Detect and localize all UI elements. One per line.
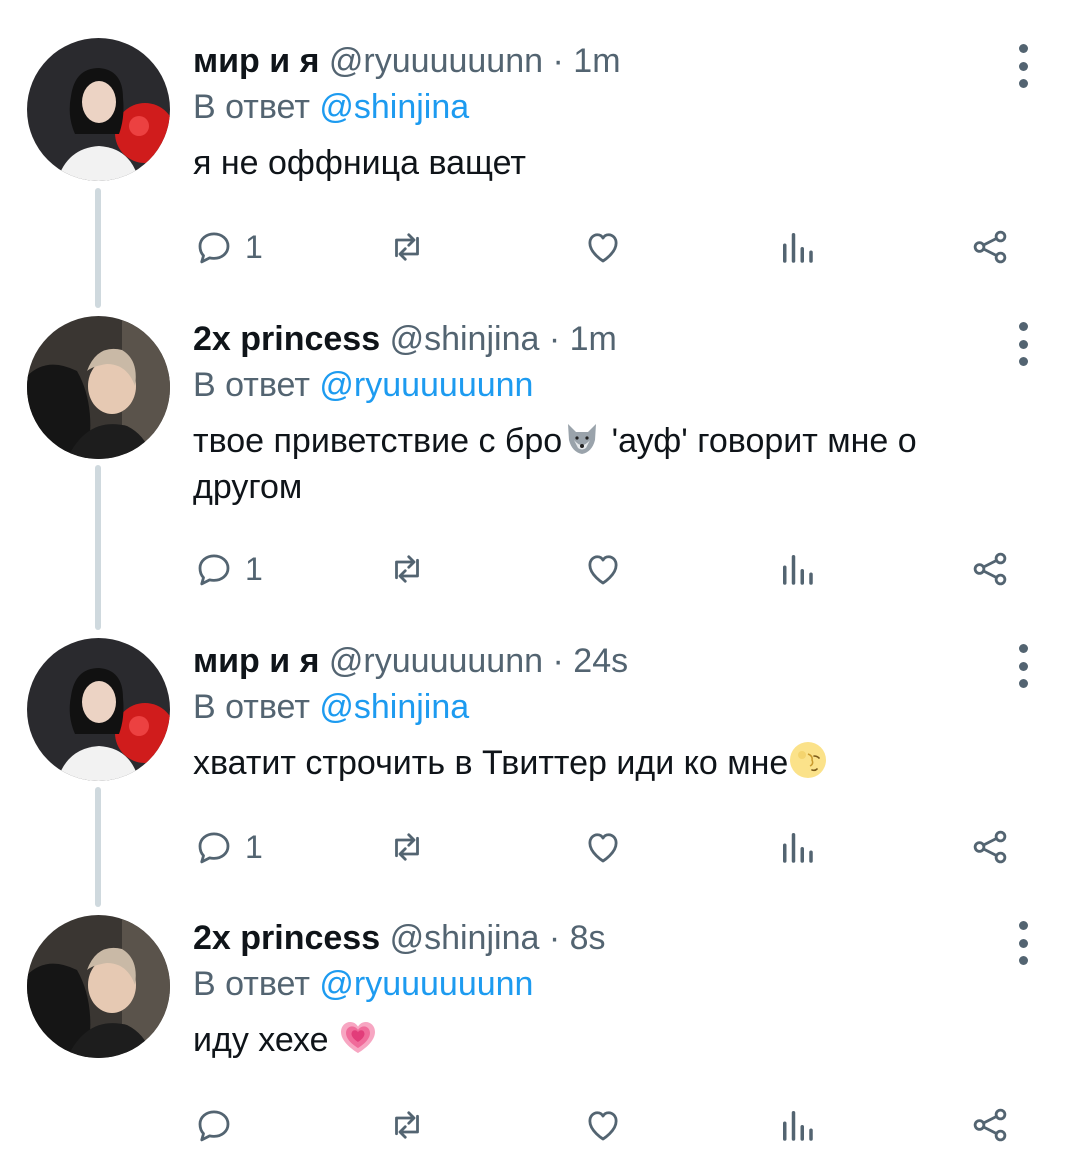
more-options-icon[interactable] [1014, 322, 1032, 366]
growing-heart-emoji-icon [341, 1022, 376, 1053]
like-button[interactable] [582, 544, 624, 594]
reply-count: 1 [245, 228, 263, 265]
share-icon [973, 1108, 1007, 1142]
author-handle[interactable]: @shinjina [390, 320, 540, 358]
retweet-icon [395, 833, 419, 861]
reply-context: В ответ @shinjina [193, 686, 1020, 728]
tweet-text: хватит строчить в Твиттер иди ко мне [193, 740, 1020, 786]
retweet-button[interactable] [386, 222, 428, 272]
share-button[interactable] [969, 1100, 1011, 1150]
reply-prefix: В ответ [193, 366, 310, 404]
author-name[interactable]: 2x princess [193, 919, 380, 957]
reply-icon [198, 554, 230, 586]
tweet-actions [193, 1100, 1023, 1150]
share-icon [973, 552, 1007, 586]
share-button[interactable] [969, 822, 1011, 872]
more-options-icon[interactable] [1014, 921, 1032, 965]
retweet-button[interactable] [386, 822, 428, 872]
analytics-button[interactable] [776, 1100, 818, 1150]
author-handle[interactable]: @shinjina [390, 919, 540, 957]
tweet-actions: 1 [193, 222, 1023, 272]
retweet-icon [395, 1111, 419, 1139]
tweet-actions: 1 [193, 822, 1023, 872]
reply-button[interactable] [193, 1100, 245, 1150]
heart-icon [588, 233, 618, 263]
more-options-icon[interactable] [1014, 44, 1032, 88]
more-options-icon[interactable] [1014, 644, 1032, 688]
analytics-icon [783, 833, 813, 863]
heart-icon [588, 555, 618, 585]
share-icon [973, 230, 1007, 264]
reply-context: В ответ @ryuuuuuunn [193, 963, 1020, 1005]
avatar[interactable] [27, 38, 170, 181]
reply-mention[interactable]: @ryuuuuuunn [319, 366, 533, 404]
thread-line [95, 188, 101, 308]
reply-prefix: В ответ [193, 688, 310, 726]
tweet-text: иду хехе [193, 1017, 1020, 1063]
reply-prefix: В ответ [193, 88, 310, 126]
reply-context: В ответ @ryuuuuuunn [193, 364, 1020, 406]
analytics-button[interactable] [776, 544, 818, 594]
reply-mention[interactable]: @ryuuuuuunn [319, 965, 533, 1003]
analytics-icon [783, 555, 813, 585]
avatar[interactable] [27, 638, 170, 781]
timestamp[interactable]: 8s [570, 919, 606, 957]
reply-button[interactable]: 1 [193, 822, 263, 872]
reply-mention[interactable]: @shinjina [319, 88, 469, 126]
reply-icon [198, 1110, 230, 1142]
moon-face-emoji-icon [790, 742, 827, 778]
share-button[interactable] [969, 544, 1011, 594]
retweet-button[interactable] [386, 1100, 428, 1150]
avatar-image [27, 638, 170, 781]
reply-prefix: В ответ [193, 965, 310, 1003]
timestamp[interactable]: 1m [570, 320, 617, 358]
heart-icon [588, 833, 618, 863]
reply-mention[interactable]: @shinjina [319, 688, 469, 726]
like-button[interactable] [582, 822, 624, 872]
retweet-button[interactable] [386, 544, 428, 594]
wolf-emoji-icon [568, 424, 597, 454]
reply-icon [198, 832, 230, 864]
reply-count: 1 [245, 828, 263, 865]
share-icon [973, 830, 1007, 864]
like-button[interactable] [582, 1100, 624, 1150]
tweet-actions: 1 [193, 544, 1023, 594]
share-button[interactable] [969, 222, 1011, 272]
avatar-image [27, 915, 170, 1058]
timestamp[interactable]: 1m [573, 42, 620, 80]
author-name[interactable]: 2x princess [193, 320, 380, 358]
author-name[interactable]: мир и я [193, 642, 319, 680]
avatar-image [27, 38, 170, 181]
thread-line [95, 465, 101, 630]
analytics-button[interactable] [776, 222, 818, 272]
reply-button[interactable]: 1 [193, 544, 263, 594]
heart-icon [588, 1111, 618, 1141]
retweet-icon [395, 233, 419, 261]
author-name[interactable]: мир и я [193, 42, 319, 80]
timestamp[interactable]: 24s [573, 642, 628, 680]
like-button[interactable] [582, 222, 624, 272]
analytics-icon [783, 233, 813, 263]
reply-icon [198, 232, 230, 264]
retweet-icon [395, 555, 419, 583]
reply-context: В ответ @shinjina [193, 86, 1020, 128]
tweet-text: я не оффница ващет [193, 144, 526, 182]
avatar-image [27, 316, 170, 459]
author-handle[interactable]: @ryuuuuuunn [329, 642, 543, 680]
analytics-icon [783, 1111, 813, 1141]
author-handle[interactable]: @ryuuuuuunn [329, 42, 543, 80]
reply-button[interactable]: 1 [193, 222, 263, 272]
avatar[interactable] [27, 316, 170, 459]
thread-line [95, 787, 101, 907]
avatar[interactable] [27, 915, 170, 1058]
analytics-button[interactable] [776, 822, 818, 872]
reply-count: 1 [245, 550, 263, 587]
tweet-text: твое приветствие с бро 'ауф' говорит мне… [193, 418, 993, 510]
